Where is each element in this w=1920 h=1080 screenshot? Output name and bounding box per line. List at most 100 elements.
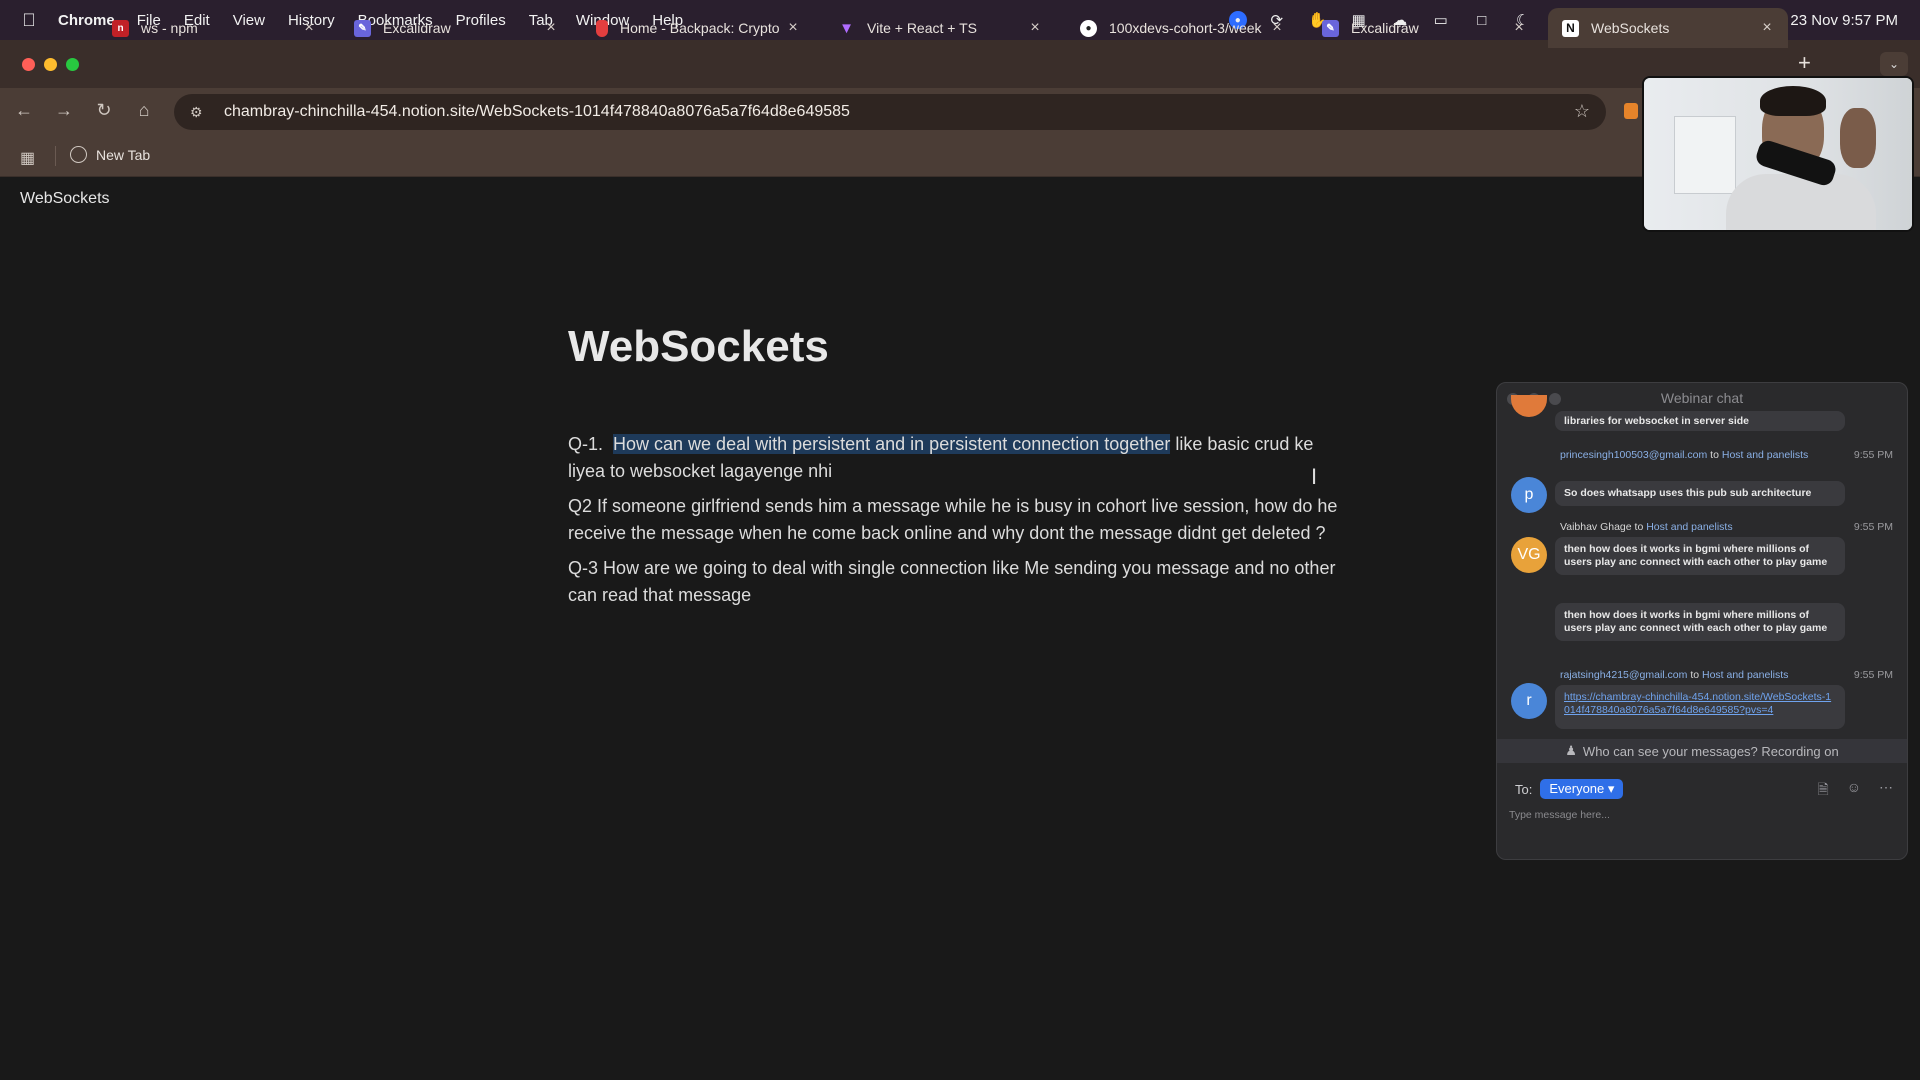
bookmark-star-icon[interactable]: ☆ <box>1574 101 1590 122</box>
chat-sender: Vaibhav Ghage to Host and panelists <box>1560 521 1733 533</box>
question-2[interactable]: Q2 If someone girlfriend sends him a mes… <box>568 493 1348 547</box>
chat-avatar <box>1511 395 1547 417</box>
sender-to: to <box>1690 669 1700 681</box>
bookmarks-divider <box>55 146 56 166</box>
site-info-icon[interactable]: ⚙ <box>190 104 210 121</box>
tab-title: Excalidraw <box>1351 20 1419 36</box>
tab-search-button[interactable]: ⌄ <box>1880 52 1908 76</box>
video-person-hair <box>1760 86 1826 116</box>
tab-title: ws - npm <box>141 20 198 36</box>
chat-sender: princesingh100503@gmail.com to Host and … <box>1560 449 1848 461</box>
tab-github[interactable]: ● 100xdevs-cohort-3/week × <box>1066 8 1298 48</box>
text-cursor-icon: I <box>1311 464 1318 489</box>
close-tab-icon[interactable]: × <box>782 19 804 37</box>
sender-recipient: Host and panelists <box>1721 449 1809 461</box>
chat-time: 9:55 PM <box>1853 669 1893 681</box>
notion-icon: N <box>1562 19 1579 37</box>
home-icon[interactable]: ⌂ <box>132 100 156 121</box>
sender-to: to <box>1634 521 1644 533</box>
chat-zoom-button[interactable] <box>1549 393 1561 405</box>
video-door <box>1674 116 1736 194</box>
close-tab-icon[interactable]: × <box>1266 19 1288 37</box>
page-title[interactable]: WebSockets <box>568 322 829 372</box>
dropdown-caret-icon: ▾ <box>1607 781 1615 796</box>
tab-vite[interactable]: ▼ Vite + React + TS × <box>824 8 1056 48</box>
browser-toolbar: ← → ↻ ⌂ ⚙ chambray-chinchilla-454.notion… <box>0 88 1920 136</box>
recording-notice-text: Who can see your messages? Recording on <box>1582 743 1839 759</box>
close-window-button[interactable] <box>22 58 35 71</box>
sender-to: to <box>1710 449 1719 461</box>
minimize-window-button[interactable] <box>44 58 57 71</box>
zoom-window-button[interactable] <box>66 58 79 71</box>
bookmarks-bar: ▦ New Tab <box>0 136 1920 177</box>
person-icon: ♟ <box>1565 743 1577 758</box>
address-bar[interactable]: ⚙ chambray-chinchilla-454.notion.site/We… <box>174 94 1606 130</box>
tab-websockets[interactable]: N WebSockets × <box>1548 8 1788 48</box>
close-tab-icon[interactable]: × <box>1024 19 1046 37</box>
chat-recipient-row: To: Everyone ▾ <box>1515 779 1624 799</box>
webcam-video[interactable] <box>1642 76 1914 232</box>
chat-title: Webinar chat <box>1660 390 1744 406</box>
to-label: To: <box>1515 781 1533 797</box>
globe-icon <box>70 146 87 163</box>
tab-excalidraw-2[interactable]: ✎ Excalidraw × <box>1308 8 1540 48</box>
back-icon[interactable]: ← <box>12 100 36 121</box>
file-icon[interactable]: 🗎 <box>1817 779 1828 803</box>
chat-message-input[interactable]: Type message here... <box>1509 809 1610 821</box>
video-person-hand <box>1840 108 1876 168</box>
question-1[interactable]: Q-1. How can we deal with persistent and… <box>568 431 1348 485</box>
chat-link[interactable]: https://chambray-chinchilla-454.notion.s… <box>1564 691 1831 716</box>
video-person-shirt <box>1726 174 1876 230</box>
chat-message-link: https://chambray-chinchilla-454.notion.s… <box>1555 685 1845 729</box>
tab-excalidraw[interactable]: ✎ Excalidraw × <box>340 8 572 48</box>
chat-sender: rajatsingh4215@gmail.com to Host and pan… <box>1560 669 1788 681</box>
tab-ws-npm[interactable]: n ws - npm × <box>98 8 330 48</box>
forward-icon[interactable]: → <box>52 100 76 121</box>
sender-name: Vaibhav Ghage <box>1560 521 1632 533</box>
sender-recipient: Host and panelists <box>1646 521 1733 533</box>
tab-title: Excalidraw <box>383 20 451 36</box>
reload-icon[interactable]: ↻ <box>92 100 116 121</box>
recording-notice[interactable]: ♟ Who can see your messages? Recording o… <box>1497 739 1907 763</box>
extension-icon[interactable] <box>1624 103 1638 119</box>
bookmark-new-tab[interactable]: New Tab <box>70 146 150 163</box>
close-tab-icon[interactable]: × <box>1756 19 1778 37</box>
q1-highlighted-text: How can we deal with persistent and in p… <box>613 434 1171 454</box>
excalidraw-icon: ✎ <box>354 19 371 37</box>
chat-time: 9:55 PM <box>1853 449 1893 461</box>
question-3[interactable]: Q-3 How are we going to deal with single… <box>568 555 1348 609</box>
chat-avatar: p <box>1511 477 1547 513</box>
apple-icon[interactable]:  <box>0 10 58 31</box>
npm-icon: n <box>112 19 129 37</box>
chat-message-text: So does whatsapp uses this pub sub archi… <box>1555 481 1845 506</box>
chat-title-bar[interactable]: Webinar chat <box>1497 383 1907 413</box>
tab-title: 100xdevs-cohort-3/week <box>1109 20 1262 36</box>
excalidraw-icon: ✎ <box>1322 19 1339 37</box>
breadcrumb[interactable]: WebSockets <box>20 190 110 208</box>
window-controls <box>22 58 79 71</box>
audience-dropdown[interactable]: Everyone ▾ <box>1540 779 1624 799</box>
chat-message-text: then how does it works in bgmi where mil… <box>1555 603 1845 641</box>
chat-avatar: r <box>1511 683 1547 719</box>
close-tab-icon[interactable]: × <box>298 19 320 37</box>
tab-title: Home - Backpack: Crypto <box>620 20 780 36</box>
apps-grid-icon[interactable]: ▦ <box>20 148 35 168</box>
sender-name: rajatsingh4215@gmail.com <box>1560 669 1688 681</box>
sender-name: princesingh100503@gmail.com <box>1560 449 1708 461</box>
url-text[interactable]: chambray-chinchilla-454.notion.site/WebS… <box>224 103 850 121</box>
chat-message-text: libraries for websocket in server side <box>1555 411 1845 431</box>
bookmark-label: New Tab <box>96 146 151 163</box>
tab-title: WebSockets <box>1591 20 1670 36</box>
close-tab-icon[interactable]: × <box>1508 19 1530 37</box>
new-tab-button[interactable]: + <box>1798 50 1811 76</box>
backpack-icon <box>596 19 608 37</box>
tab-backpack[interactable]: Home - Backpack: Crypto × <box>582 8 814 48</box>
tab-title: Vite + React + TS <box>867 20 977 36</box>
audience-value: Everyone <box>1549 781 1605 796</box>
github-icon: ● <box>1080 19 1097 37</box>
emoji-icon[interactable]: ☺ <box>1847 779 1861 803</box>
close-tab-icon[interactable]: × <box>540 19 562 37</box>
sender-recipient: Host and panelists <box>1702 669 1789 681</box>
more-icon[interactable]: ⋯ <box>1879 779 1893 803</box>
chat-message-text: then how does it works in bgmi where mil… <box>1555 537 1845 575</box>
